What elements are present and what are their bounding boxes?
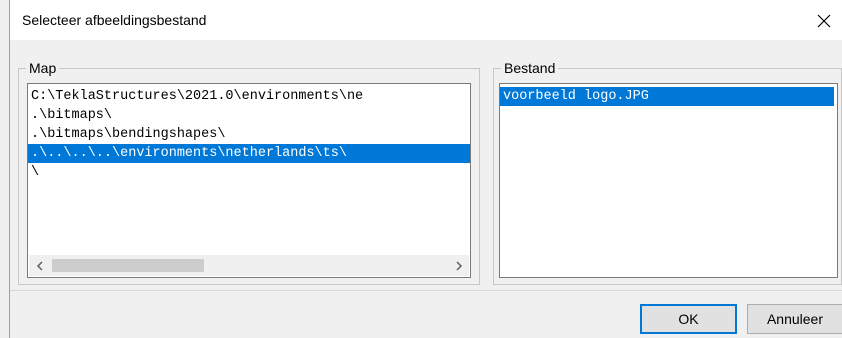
- map-group-label: Map: [26, 60, 60, 76]
- scroll-right-button[interactable]: [448, 255, 469, 276]
- map-list-item-selected[interactable]: .\..\..\..\environments\netherlands\ts\: [28, 144, 470, 163]
- map-list-item[interactable]: C:\TeklaStructures\2021.0\environments\n…: [28, 87, 470, 106]
- close-icon: [817, 14, 831, 28]
- scroll-left-button[interactable]: [29, 255, 50, 276]
- chevron-right-icon: [455, 260, 462, 271]
- cancel-button[interactable]: Annuleer: [747, 304, 842, 334]
- scroll-thumb[interactable]: [52, 259, 204, 272]
- ok-button[interactable]: OK: [640, 304, 737, 334]
- file-select-dialog: Selecteer afbeeldingsbestand Map C:\Tekl…: [9, 0, 842, 338]
- file-group: Bestand voorbeeld logo.JPG: [493, 60, 842, 285]
- file-listbox[interactable]: voorbeeld logo.JPG: [499, 83, 838, 278]
- dialog-title: Selecteer afbeeldingsbestand: [22, 12, 207, 28]
- map-group: Map C:\TeklaStructures\2021.0\environmen…: [18, 60, 480, 285]
- file-list: voorbeeld logo.JPG: [500, 84, 837, 106]
- file-list-item-selected[interactable]: voorbeeld logo.JPG: [500, 87, 834, 106]
- map-list: C:\TeklaStructures\2021.0\environments\n…: [28, 84, 470, 182]
- close-button[interactable]: [810, 8, 838, 34]
- footer-separator: [10, 290, 842, 291]
- map-listbox[interactable]: C:\TeklaStructures\2021.0\environments\n…: [27, 83, 471, 278]
- horizontal-scrollbar[interactable]: [29, 255, 469, 276]
- map-list-item[interactable]: .\bitmaps\: [28, 106, 470, 125]
- file-group-label: Bestand: [501, 60, 559, 76]
- map-list-item[interactable]: .\bitmaps\bendingshapes\: [28, 125, 470, 144]
- title-bar: Selecteer afbeeldingsbestand: [10, 0, 842, 40]
- map-list-item[interactable]: \: [28, 163, 470, 182]
- chevron-left-icon: [36, 260, 43, 271]
